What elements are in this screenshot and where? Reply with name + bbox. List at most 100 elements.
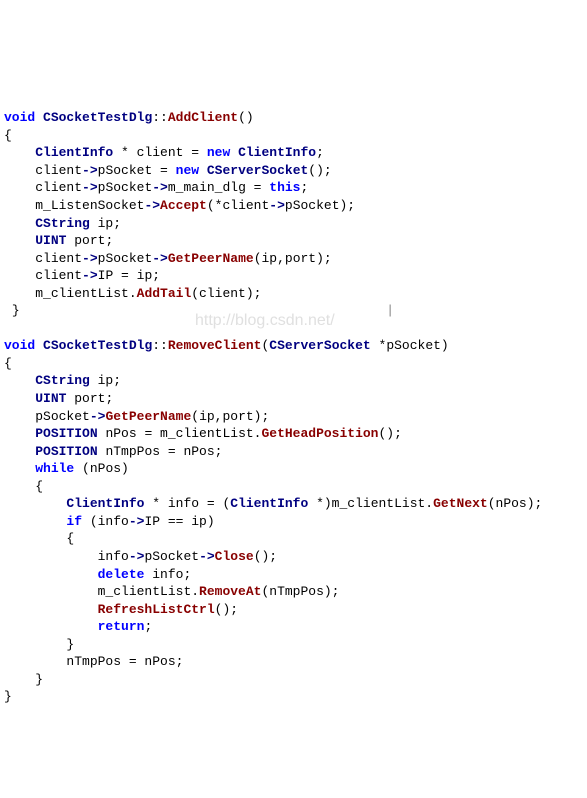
code-text: IP == ip) xyxy=(144,514,214,529)
code-text: pSocket); xyxy=(285,198,355,213)
code-text: ; xyxy=(301,180,309,195)
code-text xyxy=(199,163,207,178)
method-name: Accept xyxy=(160,198,207,213)
code-text: port; xyxy=(66,391,113,406)
code-text: ; xyxy=(316,145,324,160)
code-text: * info = ( xyxy=(144,496,230,511)
code-block: void CSocketTestDlg::AddClient() { Clien… xyxy=(4,109,583,706)
code-text: * client = xyxy=(113,145,207,160)
function-name: AddClient xyxy=(168,110,238,125)
brace-close: } xyxy=(35,672,43,687)
code-text: (ip,port); xyxy=(191,409,269,424)
code-text: pSocket xyxy=(35,409,90,424)
type: POSITION xyxy=(35,444,97,459)
arrow-op: -> xyxy=(90,409,106,424)
code-text: pSocket xyxy=(144,549,199,564)
keyword-delete: delete xyxy=(98,567,145,582)
code-text: (*client xyxy=(207,198,269,213)
function-name: RemoveClient xyxy=(168,338,262,353)
method-name: GetPeerName xyxy=(168,251,254,266)
type: ClientInfo xyxy=(35,145,113,160)
arrow-op: -> xyxy=(82,163,98,178)
code-text: (); xyxy=(254,549,277,564)
brace-open: { xyxy=(35,479,43,494)
code-text: m_main_dlg = xyxy=(168,180,269,195)
arrow-op: -> xyxy=(144,198,160,213)
brace-close: } xyxy=(66,637,74,652)
arrow-op: -> xyxy=(82,180,98,195)
code-text: nPos = m_clientList. xyxy=(98,426,262,441)
method-name: AddTail xyxy=(137,286,192,301)
code-text: client xyxy=(35,180,82,195)
brace-open: { xyxy=(4,128,12,143)
code-text: client xyxy=(35,251,82,266)
code-text: ; xyxy=(144,619,152,634)
keyword-new: new xyxy=(176,163,199,178)
code-text: client xyxy=(35,163,82,178)
code-text: (ip,port); xyxy=(254,251,332,266)
code-text: (info xyxy=(82,514,129,529)
type: POSITION xyxy=(35,426,97,441)
code-text: ip; xyxy=(90,373,121,388)
code-text: info xyxy=(98,549,129,564)
arrow-op: -> xyxy=(82,251,98,266)
scope-op: :: xyxy=(152,110,168,125)
arrow-op: -> xyxy=(152,251,168,266)
code-text: client xyxy=(35,268,82,283)
brace-close: } xyxy=(4,689,12,704)
arrow-op: -> xyxy=(129,514,145,529)
code-text: (nPos) xyxy=(74,461,129,476)
code-text: *)m_clientList. xyxy=(308,496,433,511)
method-name: RefreshListCtrl xyxy=(98,602,215,617)
method-name: Close xyxy=(215,549,254,564)
type: ClientInfo xyxy=(66,496,144,511)
keyword-void: void xyxy=(4,338,35,353)
keyword-new: new xyxy=(207,145,230,160)
code-text: *pSocket) xyxy=(371,338,449,353)
type: CServerSocket xyxy=(207,163,308,178)
code-text: port; xyxy=(66,233,113,248)
method-name: GetHeadPosition xyxy=(261,426,378,441)
code-text: (); xyxy=(215,602,238,617)
type: ClientInfo xyxy=(238,145,316,160)
brace-close: } xyxy=(12,303,20,318)
code-text: nTmpPos = nPos; xyxy=(98,444,223,459)
type: CServerSocket xyxy=(269,338,370,353)
code-text: m_clientList. xyxy=(35,286,136,301)
keyword-if: if xyxy=(66,514,82,529)
class-name: CSocketTestDlg xyxy=(43,338,152,353)
keyword-void: void xyxy=(4,110,35,125)
code-text: ip; xyxy=(90,216,121,231)
arrow-op: -> xyxy=(152,180,168,195)
arrow-op: -> xyxy=(269,198,285,213)
code-text: (nPos); xyxy=(488,496,543,511)
arrow-op: -> xyxy=(82,268,98,283)
code-text: pSocket xyxy=(98,180,153,195)
cursor-icon: | xyxy=(386,303,394,318)
parens: () xyxy=(238,110,254,125)
type: UINT xyxy=(35,391,66,406)
code-text: (nTmpPos); xyxy=(261,584,339,599)
arrow-op: -> xyxy=(129,549,145,564)
keyword-this: this xyxy=(269,180,300,195)
arrow-op: -> xyxy=(199,549,215,564)
code-text: info; xyxy=(144,567,191,582)
type: CString xyxy=(35,216,90,231)
method-name: GetNext xyxy=(433,496,488,511)
brace-open: { xyxy=(66,531,74,546)
class-name: CSocketTestDlg xyxy=(43,110,152,125)
code-text: pSocket = xyxy=(98,163,176,178)
method-name: GetPeerName xyxy=(105,409,191,424)
code-text: m_ListenSocket xyxy=(35,198,144,213)
brace-open: { xyxy=(4,356,12,371)
keyword-return: return xyxy=(98,619,145,634)
code-text: (client); xyxy=(191,286,261,301)
method-name: RemoveAt xyxy=(199,584,261,599)
code-text: nTmpPos = nPos; xyxy=(66,654,183,669)
code-text: (); xyxy=(308,163,331,178)
code-text xyxy=(230,145,238,160)
type: CString xyxy=(35,373,90,388)
scope-op: :: xyxy=(152,338,168,353)
code-text: m_clientList. xyxy=(98,584,199,599)
code-text: (); xyxy=(379,426,402,441)
